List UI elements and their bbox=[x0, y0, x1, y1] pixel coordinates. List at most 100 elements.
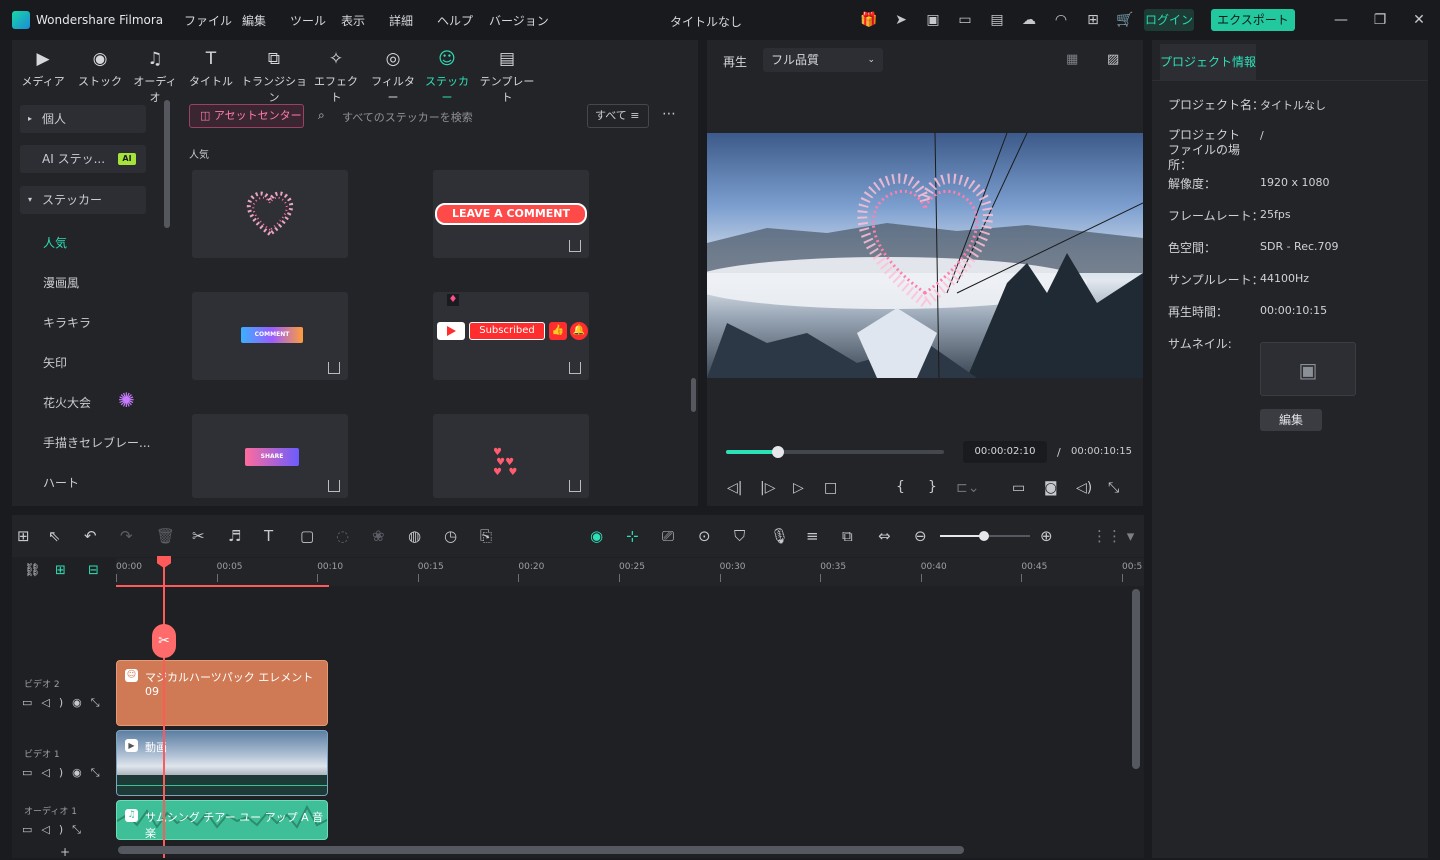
mask-icon[interactable]: ❀ bbox=[372, 527, 385, 545]
restore-icon[interactable]: ❐ bbox=[1371, 11, 1389, 29]
minimize-icon[interactable]: — bbox=[1332, 11, 1350, 29]
library-scrollbar[interactable] bbox=[691, 378, 696, 412]
sticker-card-subscribed[interactable]: ♦ Subscribed 👍 🔔 bbox=[433, 292, 589, 380]
export-button[interactable]: エクスポート ⌄ bbox=[1211, 9, 1295, 49]
sticker-card-leave-a-comment[interactable]: LEAVE A COMMENT bbox=[433, 170, 589, 258]
menu-version[interactable]: バージョン bbox=[489, 12, 549, 29]
cut-icon[interactable]: ✂ bbox=[192, 527, 205, 545]
sticker-card-hearts[interactable]: ♥ ♥♥ ♥ ♥ bbox=[433, 414, 589, 498]
marker-icon[interactable]: ⊏⌄ bbox=[956, 480, 979, 496]
asset-center-button[interactable]: ◫ アセットセンター bbox=[189, 104, 304, 128]
sidebar-sub-heart[interactable]: ハート bbox=[43, 474, 79, 491]
playhead-scissors-icon[interactable]: ✂ bbox=[152, 624, 176, 658]
select-arrow-icon[interactable]: ⇖ bbox=[48, 527, 61, 545]
tab-project-info[interactable]: プロジェクト情報 bbox=[1160, 44, 1256, 80]
sidebar-sub-comic[interactable]: 漫画風 bbox=[43, 274, 79, 291]
delete-icon[interactable]: 🗑 bbox=[156, 527, 175, 545]
audio-edit-icon[interactable]: ♬ bbox=[228, 527, 241, 545]
playback-progress-track[interactable] bbox=[726, 450, 944, 454]
tab-template[interactable]: ▤ テンプレート bbox=[478, 48, 536, 105]
zoom-in-icon[interactable]: ⊕ bbox=[1040, 527, 1053, 545]
apps-grid-icon[interactable]: ⊞ bbox=[1084, 11, 1102, 29]
stop-icon[interactable]: □ bbox=[824, 480, 837, 496]
login-button[interactable]: ログイン bbox=[1144, 9, 1194, 31]
snapshot-image-icon[interactable]: ▨ bbox=[1107, 52, 1119, 67]
step-back-icon[interactable]: ◁| bbox=[727, 480, 742, 496]
sidebar-item-ai-sticker[interactable]: AI ステッ... AI bbox=[20, 145, 146, 173]
layout-icon[interactable]: ▭ bbox=[956, 11, 974, 29]
sidebar-scrollbar[interactable] bbox=[164, 100, 170, 228]
track-controls-audio1[interactable]: ▭◁)⤡ bbox=[22, 823, 90, 837]
sidebar-item-sticker[interactable]: ▾ ステッカー bbox=[20, 186, 146, 214]
text-icon[interactable]: T bbox=[264, 527, 273, 545]
audio-clip[interactable]: ♫ サムシング チアー ユー アップ A 音楽 bbox=[116, 800, 328, 840]
menu-tools[interactable]: ツール bbox=[290, 12, 326, 29]
undo-icon[interactable]: ↶ bbox=[84, 527, 97, 545]
save-icon[interactable]: ▤ bbox=[988, 11, 1006, 29]
track-controls-video1[interactable]: ▭◁)◉⤡ bbox=[22, 766, 109, 780]
display-icon[interactable]: ▭ bbox=[1012, 480, 1025, 496]
link-icon[interactable]: ⛓ bbox=[24, 563, 41, 578]
tracks-menu-icon[interactable]: ⋮⋮ ▾ bbox=[1092, 527, 1134, 545]
sticker-card-heart[interactable] bbox=[192, 170, 348, 258]
sidebar-sub-fireworks[interactable]: 花火大会 bbox=[43, 394, 91, 411]
quality-select[interactable]: フル品質 ⌄ bbox=[763, 48, 883, 72]
motion-track-icon[interactable]: ⊹ bbox=[626, 527, 639, 545]
thumbnail-placeholder-icon[interactable]: ▣ bbox=[1260, 342, 1356, 396]
fullscreen-icon[interactable]: ⤡ bbox=[1108, 480, 1119, 496]
crop-icon[interactable]: ▢ bbox=[300, 527, 314, 545]
sticker-clip[interactable]: ☺ マジカルハーツパック エレメント09 bbox=[116, 660, 328, 726]
shield-icon[interactable]: ⛉ bbox=[734, 527, 745, 545]
ai-icon[interactable]: ▣ bbox=[924, 11, 942, 29]
cart-icon[interactable]: 🛒 bbox=[1116, 11, 1134, 29]
translate-icon[interactable]: ⎘ bbox=[480, 527, 492, 545]
zoom-slider-knob[interactable] bbox=[979, 531, 989, 541]
menu-view[interactable]: 表示 bbox=[341, 12, 365, 29]
ai-assistant-icon[interactable]: ◉ bbox=[590, 527, 603, 545]
music-list-icon[interactable]: ≡ bbox=[806, 527, 819, 545]
tab-effect[interactable]: ✧ エフェクト bbox=[310, 48, 362, 105]
redo-icon[interactable]: ↷ bbox=[120, 527, 133, 545]
tab-filter[interactable]: ◎ フィルター bbox=[367, 48, 419, 105]
sidebar-item-personal[interactable]: ▸ 個人 bbox=[20, 105, 146, 133]
tab-title[interactable]: T タイトル bbox=[185, 48, 237, 89]
auto-reframe-icon[interactable]: ⎚ bbox=[662, 527, 674, 545]
zoom-out-icon[interactable]: ⊖ bbox=[914, 527, 927, 545]
close-icon[interactable]: ✕ bbox=[1410, 11, 1428, 29]
play-icon[interactable]: ▷ bbox=[793, 480, 804, 496]
menu-advanced[interactable]: 詳細 bbox=[389, 12, 413, 29]
color-icon[interactable]: ◌ bbox=[336, 527, 349, 545]
tab-stock[interactable]: ◉ ストック bbox=[74, 48, 126, 89]
timeline-horizontal-scrollbar[interactable] bbox=[118, 846, 964, 854]
download-icon[interactable] bbox=[569, 480, 581, 492]
sidebar-sub-handdrawn[interactable]: 手描きセレブレー... bbox=[43, 434, 150, 451]
sticker-card-comment[interactable]: COMMENT bbox=[192, 292, 348, 380]
sidebar-sub-arrow[interactable]: 矢印 bbox=[43, 354, 67, 371]
tab-audio[interactable]: ♫ オーディオ bbox=[129, 48, 181, 105]
fit-icon[interactable]: ⇔ bbox=[878, 527, 891, 545]
tab-media[interactable]: ▶ メディア bbox=[17, 48, 69, 89]
sidebar-sub-glitter[interactable]: キラキラ bbox=[43, 314, 91, 331]
edit-thumbnail-button[interactable]: 編集 bbox=[1260, 409, 1322, 431]
sticker-card-share[interactable]: SHARE bbox=[192, 414, 348, 498]
headset-icon[interactable]: ◠ bbox=[1052, 11, 1070, 29]
cloud-icon[interactable]: ☁ bbox=[1020, 11, 1038, 29]
step-forward-icon[interactable]: |▷ bbox=[760, 480, 775, 496]
download-icon[interactable] bbox=[328, 362, 340, 374]
tab-transition[interactable]: ⧉ トランジション bbox=[240, 48, 308, 105]
camera-icon[interactable]: ◙ bbox=[1044, 480, 1058, 496]
download-icon[interactable] bbox=[328, 480, 340, 492]
video-clip[interactable]: ▶ 動画 bbox=[116, 730, 328, 796]
gift-icon[interactable]: 🎁 bbox=[860, 11, 878, 29]
magnet-icon[interactable]: ⊟ bbox=[88, 563, 99, 578]
download-icon[interactable] bbox=[569, 240, 581, 252]
menu-help[interactable]: ヘルプ bbox=[437, 12, 473, 29]
snap-icon[interactable]: ⊞ bbox=[55, 563, 66, 578]
microphone-icon[interactable]: 🎙 bbox=[770, 527, 789, 545]
mark-in-icon[interactable]: { bbox=[896, 479, 905, 495]
tab-sticker[interactable]: ☺ ステッカー bbox=[421, 48, 473, 105]
ai-tool-icon[interactable]: ◍ bbox=[408, 527, 421, 545]
filter-dropdown[interactable]: すべて ≡ bbox=[587, 104, 649, 128]
speed-icon[interactable]: ◷ bbox=[444, 527, 457, 545]
render-icon[interactable]: ⊙ bbox=[698, 527, 711, 545]
